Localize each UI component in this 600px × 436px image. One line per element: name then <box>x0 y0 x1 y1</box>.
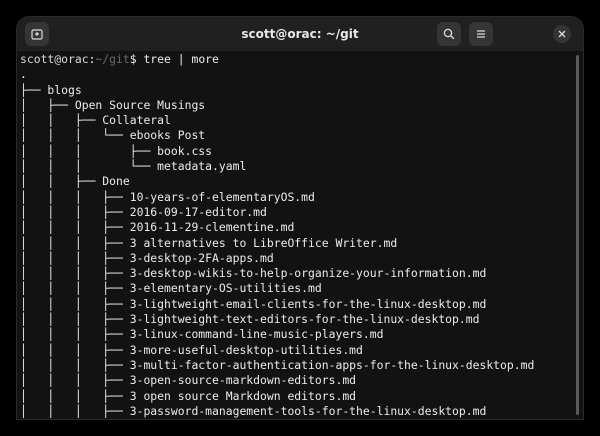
prompt-user-host: scott@orac <box>20 52 89 66</box>
window-title: scott@orac: ~/git <box>241 27 359 41</box>
output-line: │ │ │ └── metadata.yaml <box>20 159 247 174</box>
prompt-path: ~/git <box>95 52 130 66</box>
search-icon <box>443 28 455 40</box>
menu-button[interactable] <box>469 22 493 46</box>
scrollbar[interactable] <box>576 55 579 415</box>
output-line: ├── blogs <box>20 82 82 97</box>
terminal-output[interactable]: scott@orac:~/git$ tree | more . ├── blogs… <box>17 51 583 419</box>
prompt-command: tree | more <box>136 52 219 66</box>
output-line: │ │ │ ├── book.css <box>20 143 213 158</box>
output-line: │ │ │ ├── 3-desktop-2FA-apps.md <box>20 250 274 265</box>
search-button[interactable] <box>437 22 461 46</box>
output-line: │ │ │ ├── 3-multi-factor-authentication-… <box>20 357 535 372</box>
output-line: │ │ │ ├── 2016-11-29-clementine.md <box>20 220 295 235</box>
output-line: │ │ │ ├── 2016-09-17-editor.md <box>20 204 267 219</box>
output-line: │ │ ├── Done <box>20 174 130 189</box>
terminal-window: scott@orac: ~/git scott@orac:~/git$ tree… <box>17 17 583 419</box>
output-line: │ ├── Open Source Musings <box>20 97 206 112</box>
output-line: │ │ │ ├── 3 open source Markdown editors… <box>20 388 357 403</box>
output-line: │ │ ├── Collateral <box>20 113 171 128</box>
output-line: │ │ │ ├── 3-desktop-wikis-to-help-organi… <box>20 266 487 281</box>
output-line: │ │ │ ├── 3-lightweight-text-editors-for… <box>20 312 480 327</box>
prompt-symbol: $ <box>129 52 137 66</box>
output-line: │ │ │ ├── 3-lightweight-email-clients-fo… <box>20 296 487 311</box>
output-line: . <box>20 67 27 82</box>
hamburger-menu-icon <box>477 30 485 38</box>
title-bar[interactable]: scott@orac: ~/git <box>17 17 583 51</box>
output-lines: scott@orac:~/git$ tree | more . ├── blogs… <box>20 52 534 419</box>
output-line: │ │ │ ├── 3-elementary-OS-utilities.md <box>20 281 322 296</box>
output-line: │ │ │ ├── 3-more-useful-desktop-utilitie… <box>20 342 363 357</box>
output-line: │ │ │ └── ebooks Post <box>20 128 206 143</box>
prompt-line: scott@orac:~/git$ tree | more <box>20 52 534 67</box>
output-line: │ │ │ ├── 10-years-of-elementaryOS.md <box>20 189 315 204</box>
output-line: │ │ │ ├── 3-password-management-tools-fo… <box>20 403 487 418</box>
output-line: │ │ │ ├── 3-open-source-markdown-editors… <box>20 373 357 388</box>
output-line: │ │ │ ├── 3 alternatives to LibreOffice … <box>20 235 398 250</box>
close-icon <box>558 30 566 38</box>
close-button[interactable] <box>553 25 571 43</box>
output-line: │ │ │ ├── 3-linux-command-line-music-pla… <box>20 327 384 342</box>
